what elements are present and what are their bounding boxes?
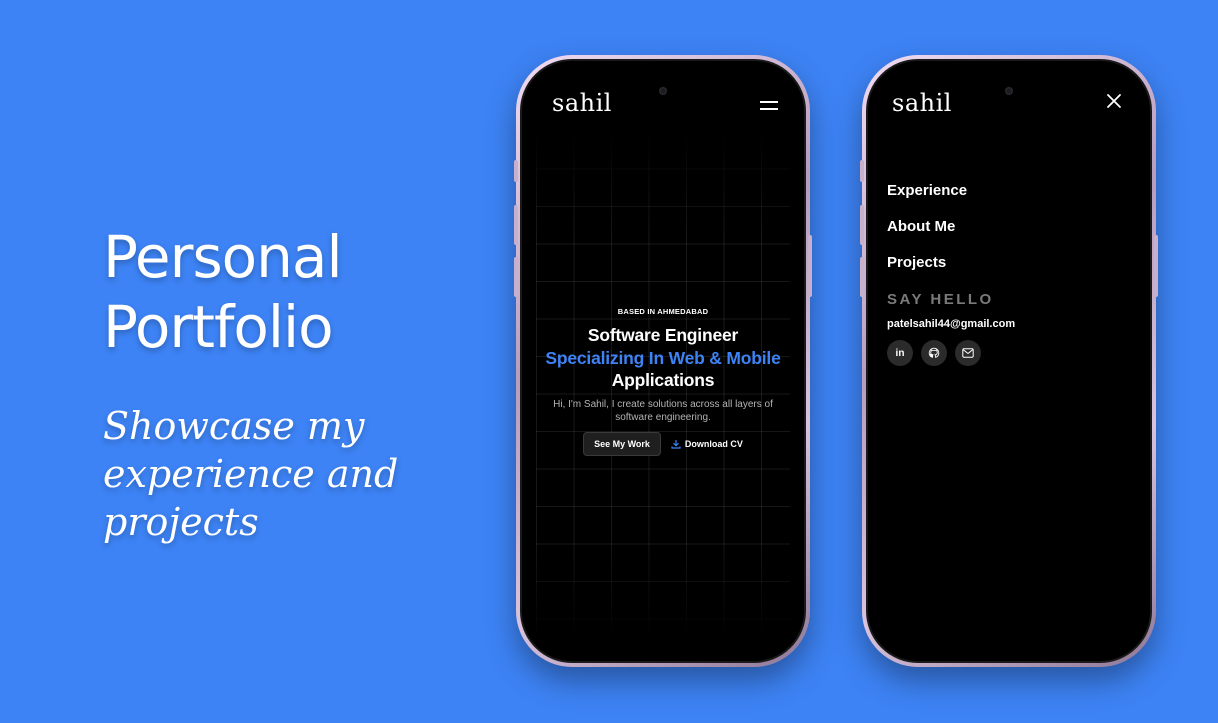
site-logo[interactable]: sahil (552, 89, 612, 117)
menu-item-experience[interactable]: Experience (887, 181, 1015, 217)
phone-side-button (514, 205, 518, 245)
mail-icon[interactable] (955, 340, 981, 366)
github-icon[interactable] (921, 340, 947, 366)
email-link[interactable]: patelsahil44@gmail.com (887, 318, 1015, 330)
hero-title-part2: Applications (611, 370, 715, 390)
phone-side-button (514, 257, 518, 297)
promo-subtitle: Showcase my experience and projects (103, 404, 399, 544)
linkedin-icon-label: in (895, 347, 905, 359)
phone-side-button (860, 257, 864, 297)
phone-side-button (1154, 235, 1158, 297)
menu-item-projects[interactable]: Projects (887, 253, 1015, 289)
hero-title-part1: Software Engineer (587, 325, 739, 345)
camera-icon (1005, 87, 1013, 95)
phone-menu-mockup: sahil Experience About Me Projects SAY H… (860, 55, 1158, 667)
promo-title-line2: Portfolio (103, 293, 334, 361)
hero-actions: See My Work Download CV (522, 431, 804, 456)
camera-icon (659, 87, 667, 95)
menu-item-about-me[interactable]: About Me (887, 217, 1015, 253)
download-icon (671, 439, 681, 449)
download-cv-button[interactable]: Download CV (671, 439, 743, 449)
promo-title-line1: Personal (103, 223, 343, 291)
hero-title: Software Engineer Specializing In Web & … (522, 324, 804, 392)
phone-home-screen: sahil BASED IN AHMEDABAD Software Engine… (520, 59, 806, 663)
phone-home-mockup: sahil BASED IN AHMEDABAD Software Engine… (514, 55, 812, 667)
download-cv-label: Download CV (684, 438, 743, 449)
phone-side-button (514, 160, 518, 182)
nav-menu: Experience About Me Projects SAY HELLO p… (887, 181, 1015, 366)
say-hello-heading: SAY HELLO (887, 291, 994, 308)
phone-side-button (808, 235, 812, 297)
phone-side-button (860, 205, 864, 245)
see-my-work-button[interactable]: See My Work (583, 431, 661, 456)
hero-description: Hi, I'm Sahil, I create solutions across… (553, 398, 773, 423)
hero-section: BASED IN AHMEDABAD Software Engineer Spe… (522, 307, 804, 456)
hero-title-accent: Specializing In Web & Mobile (545, 347, 781, 368)
phone-side-button (860, 160, 864, 182)
site-logo[interactable]: sahil (892, 89, 952, 117)
promo-title: Personal Portfolio (103, 222, 483, 362)
linkedin-icon[interactable]: in (887, 340, 913, 366)
phone-menu-screen: sahil Experience About Me Projects SAY H… (866, 59, 1152, 663)
social-links: in (887, 340, 1015, 366)
close-icon[interactable] (1106, 93, 1122, 109)
hero-eyebrow: BASED IN AHMEDABAD (617, 307, 709, 316)
hamburger-menu-icon[interactable] (760, 101, 778, 111)
promo-text: Personal Portfolio Showcase my experienc… (103, 222, 483, 546)
